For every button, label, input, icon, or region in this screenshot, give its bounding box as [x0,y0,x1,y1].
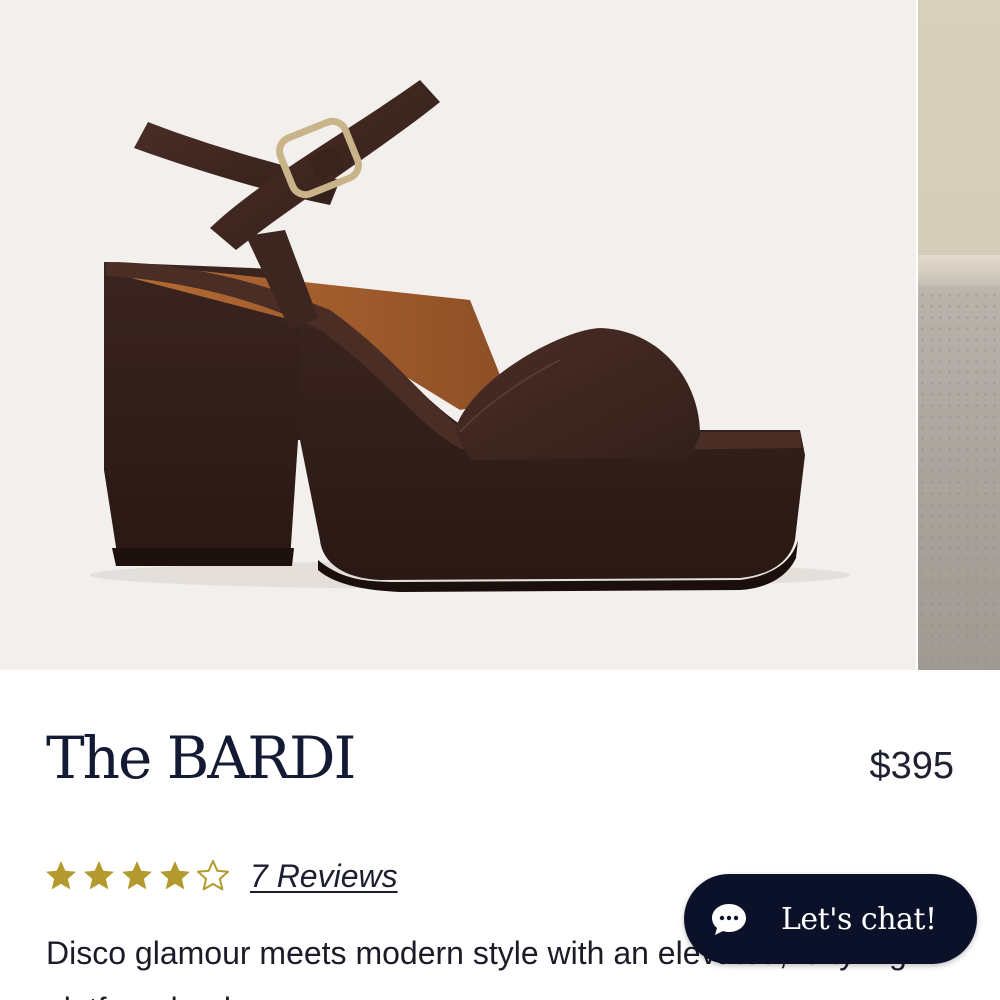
product-image-gallery[interactable] [0,0,1000,670]
sandal-illustration [90,80,850,592]
reviews-link[interactable]: 7 Reviews [250,858,398,895]
product-image-next[interactable] [918,0,1000,670]
star-filled-icon [120,859,154,893]
image-detail-ledge [918,255,1000,285]
star-filled-icon [158,859,192,893]
chat-bubble-icon [711,902,747,936]
product-image-main[interactable] [0,0,916,670]
product-price: $395 [869,745,954,787]
star-filled-icon [82,859,116,893]
rating-row: 7 Reviews [44,852,398,900]
star-empty-icon [196,859,230,893]
star-rating[interactable] [44,859,230,893]
product-page: The BARDI $395 7 Reviews Disco glamour m… [0,0,1000,1000]
product-title: The BARDI [46,724,356,792]
image-detail-ground [918,290,1000,670]
chat-label: Let's chat! [781,901,937,937]
chat-button[interactable]: Let's chat! [684,874,977,964]
star-filled-icon [44,859,78,893]
